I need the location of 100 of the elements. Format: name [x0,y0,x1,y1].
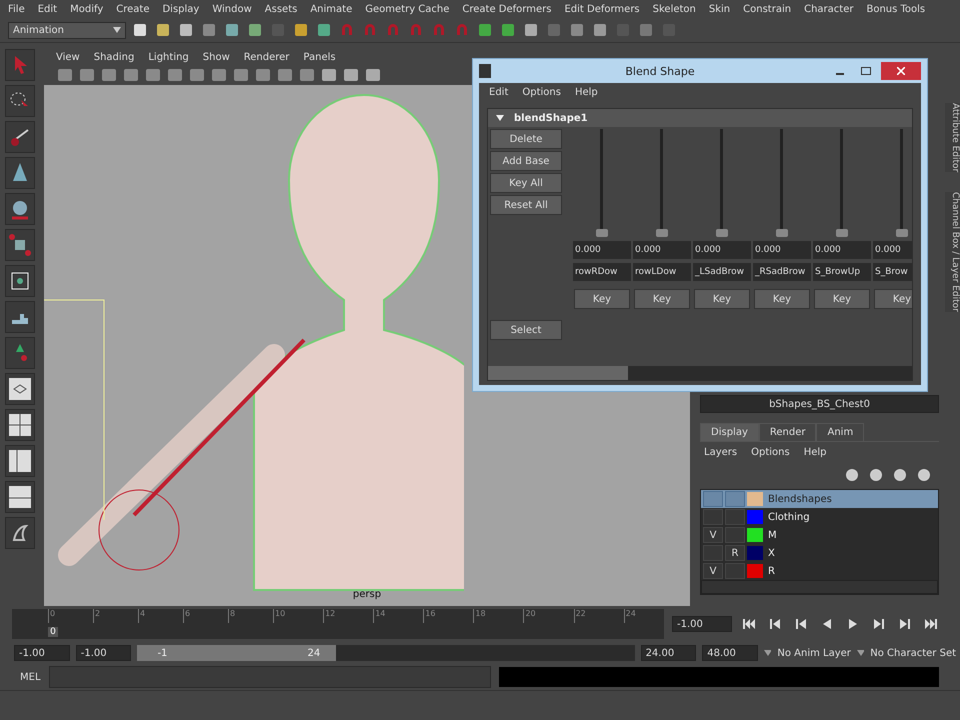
key-button[interactable]: Key [694,289,750,309]
layer-color-swatch[interactable] [747,528,763,542]
slider-thumb[interactable] [776,229,788,237]
slider-thumb[interactable] [716,229,728,237]
panel-menu-item[interactable]: View [56,52,80,62]
layer-tab[interactable]: Render [758,423,816,441]
menu-item[interactable]: Animate [310,4,352,14]
side-tab[interactable]: Attribute Editor [945,103,960,172]
menu-item[interactable]: Skin [708,4,730,14]
weight-field[interactable]: 0.000 [813,241,871,259]
action-button[interactable]: Reset All [490,195,562,215]
menu-item[interactable]: Window [212,4,252,14]
layer-row[interactable]: R X [701,544,938,562]
weight-field[interactable]: 0.000 [873,241,912,259]
menu-item[interactable]: File [8,4,25,14]
key-button[interactable]: Key [574,289,630,309]
character-set-dropdown[interactable]: No Character Set [870,648,956,658]
horizontal-scrollbar[interactable] [701,580,938,594]
key-button[interactable]: Key [874,289,912,309]
side-tab[interactable]: Channel Box / Layer Editor [945,192,960,312]
panel-menu-item[interactable]: Panels [303,52,336,62]
menu-item[interactable]: Assets [264,4,298,14]
menu-item[interactable]: Geometry Cache [365,4,450,14]
menu-item[interactable]: Constrain [743,4,792,14]
visibility-toggle[interactable] [703,545,723,561]
caret-icon[interactable] [856,650,864,656]
menu-item[interactable]: Create [116,4,150,14]
menu-item[interactable]: Modify [70,4,104,14]
menu-item[interactable]: Skeleton [652,4,696,14]
command-language-label[interactable]: MEL [20,672,41,682]
layout-outliner-icon[interactable] [5,445,35,477]
layer-color-swatch[interactable] [747,510,763,524]
layer-row[interactable]: Clothing [701,508,938,526]
panel-menu-item[interactable]: Lighting [148,52,189,62]
start-time-field[interactable]: -1.00 [14,645,70,661]
menu-item[interactable]: Edit [38,4,58,14]
visibility-toggle[interactable]: V [703,563,723,579]
layout-four-icon[interactable] [5,409,35,441]
weight-field[interactable]: 0.000 [573,241,631,259]
type-toggle[interactable] [725,509,745,525]
lasso-tool-icon[interactable] [5,85,35,117]
menu-item[interactable]: Create Deformers [462,4,552,14]
layer-menu-item[interactable]: Help [804,447,826,458]
cage-icon[interactable] [5,265,35,297]
layout-graph-icon[interactable] [5,481,35,513]
layer-menu-item[interactable]: Options [751,447,790,458]
layer-row[interactable]: V R [701,562,938,580]
layer-tab[interactable]: Anim [816,423,864,441]
select-tool-icon[interactable] [5,49,35,81]
caret-icon[interactable] [764,650,772,656]
menu-item[interactable]: Display [162,4,200,14]
panel-menu-item[interactable]: Shading [94,52,134,62]
range-start-field[interactable]: -1.00 [76,645,132,661]
range-end-field[interactable]: 24.00 [640,645,696,661]
type-toggle[interactable]: R [725,545,745,561]
slider-thumb[interactable] [656,229,668,237]
layer-color-swatch[interactable] [747,564,763,578]
action-button[interactable]: Key All [490,173,562,193]
action-button[interactable]: Delete [490,129,562,149]
anim-layer-dropdown[interactable]: No Anim Layer [777,648,851,658]
slider-track[interactable] [895,129,909,237]
logo-icon[interactable] [5,517,35,549]
layer-color-swatch[interactable] [747,492,763,506]
layer-menu-item[interactable]: Layers [704,447,738,458]
mode-dropdown[interactable]: Animation [8,22,126,38]
range-slider-bar[interactable]: -1 24 [137,645,336,661]
layer-color-swatch[interactable] [747,546,763,560]
window-menu-item[interactable]: Edit [489,87,508,98]
layer-row[interactable]: Blendshapes [701,490,938,508]
visibility-toggle[interactable] [703,491,723,507]
type-toggle[interactable] [725,527,745,543]
command-input-field[interactable] [48,666,491,688]
action-button[interactable]: Add Base [490,151,562,171]
menu-item[interactable]: Character [804,4,854,14]
visibility-toggle[interactable] [703,509,723,525]
window-menu-item[interactable]: Help [574,87,598,98]
slider-thumb[interactable] [896,229,908,237]
menu-item[interactable]: Bonus Tools [866,4,926,14]
frame-header[interactable]: blendShape1 [488,109,912,127]
panel-menu-item[interactable]: Renderer [244,52,290,62]
expand-triangle-icon[interactable] [496,114,504,122]
horizontal-scrollbar[interactable] [488,366,912,380]
panel-menu-item[interactable]: Show [202,52,230,62]
type-toggle[interactable] [725,491,745,507]
layer-tab[interactable]: Display [700,423,759,441]
weight-field[interactable]: 0.000 [633,241,691,259]
current-time-field[interactable]: -1.00 [672,616,732,632]
joint-icon[interactable] [5,337,35,369]
cube-icon[interactable] [5,229,35,261]
cone-icon[interactable] [5,157,35,189]
select-button[interactable]: Select [490,320,562,340]
layout-single-icon[interactable] [5,373,35,405]
visibility-toggle[interactable]: V [703,527,723,543]
end-time-field[interactable]: 48.00 [702,645,758,661]
key-button[interactable]: Key [634,289,690,309]
key-button[interactable]: Key [814,289,870,309]
window-menu-item[interactable]: Options [522,87,561,98]
time-slider[interactable]: 0 2 4 6 8 10 12 14 16 18 20 22 24 0 [12,609,664,639]
weight-field[interactable]: 0.000 [693,241,751,259]
channel-field[interactable]: bShapes_BS_Chest0 [700,395,939,413]
